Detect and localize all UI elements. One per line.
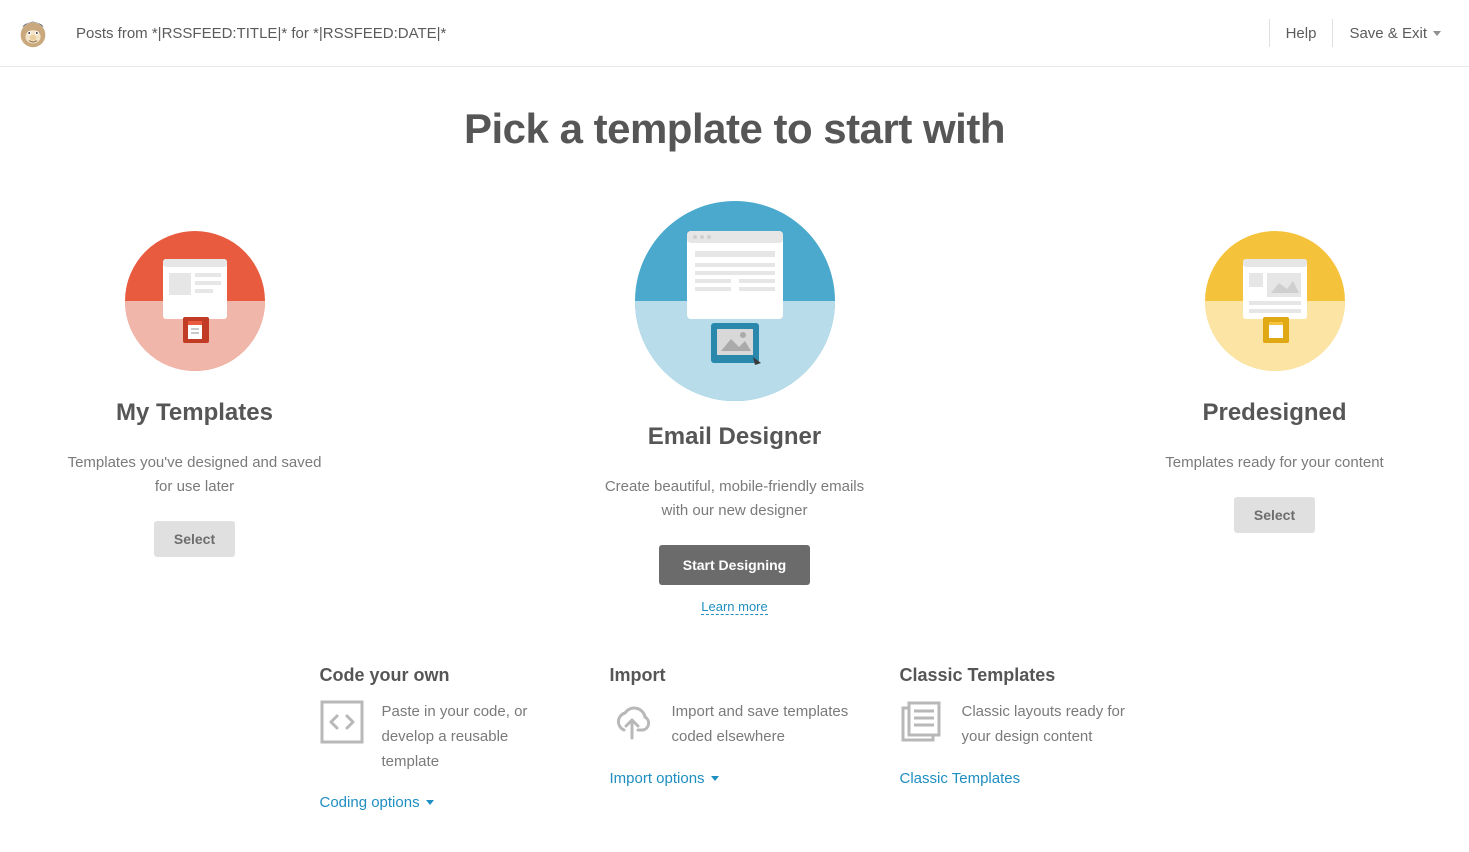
divider <box>1332 19 1333 47</box>
campaign-title: Posts from *|RSSFEED:TITLE|* for *|RSSFE… <box>76 25 1253 42</box>
option-desc: Import and save templates coded elsewher… <box>672 700 860 750</box>
save-exit-button[interactable]: Save & Exit <box>1349 25 1441 42</box>
option-title: Import <box>610 665 860 686</box>
option-desc: Paste in your code, or develop a reusabl… <box>382 700 570 774</box>
card-title: Email Designer <box>648 423 821 451</box>
import-options-link[interactable]: Import options <box>610 770 719 787</box>
topbar-actions: Help Save & Exit <box>1253 19 1441 47</box>
chevron-down-icon <box>1433 31 1441 36</box>
select-my-templates-button[interactable]: Select <box>154 521 235 557</box>
chevron-down-icon <box>426 800 434 805</box>
email-designer-icon <box>635 201 835 401</box>
option-desc: Classic layouts ready for your design co… <box>962 700 1150 750</box>
option-classic-templates: Classic Templates Classic layouts ready … <box>900 665 1150 812</box>
card-desc: Create beautiful, mobile-friendly emails… <box>605 475 865 523</box>
code-icon <box>320 700 364 744</box>
select-predesigned-button[interactable]: Select <box>1234 497 1315 533</box>
predesigned-icon <box>1205 231 1345 371</box>
link-label: Coding options <box>320 794 420 811</box>
link-label: Import options <box>610 770 705 787</box>
start-designing-button[interactable]: Start Designing <box>659 545 810 585</box>
card-title: Predesigned <box>1202 399 1346 427</box>
card-desc: Templates ready for your content <box>1165 451 1383 475</box>
help-link[interactable]: Help <box>1286 25 1317 42</box>
option-code-your-own: Code your own Paste in your code, or dev… <box>320 665 570 812</box>
divider <box>1269 19 1270 47</box>
card-predesigned: Predesigned Templates ready for your con… <box>1135 201 1415 615</box>
topbar: Posts from *|RSSFEED:TITLE|* for *|RSSFE… <box>0 0 1469 67</box>
templates-row: My Templates Templates you've designed a… <box>0 201 1469 615</box>
option-title: Classic Templates <box>900 665 1150 686</box>
card-my-templates: My Templates Templates you've designed a… <box>55 201 335 615</box>
classic-templates-icon <box>900 700 944 744</box>
cloud-upload-icon <box>610 700 654 744</box>
save-exit-label: Save & Exit <box>1349 25 1427 42</box>
option-import: Import Import and save templates coded e… <box>610 665 860 812</box>
brand-logo-icon <box>14 14 52 52</box>
coding-options-link[interactable]: Coding options <box>320 794 434 811</box>
classic-templates-link[interactable]: Classic Templates <box>900 770 1021 787</box>
card-title: My Templates <box>116 399 273 427</box>
card-desc: Templates you've designed and saved for … <box>65 451 325 499</box>
page-title: Pick a template to start with <box>0 105 1469 153</box>
chevron-down-icon <box>711 776 719 781</box>
card-email-designer: Email Designer Create beautiful, mobile-… <box>595 201 875 615</box>
options-row: Code your own Paste in your code, or dev… <box>0 665 1469 852</box>
learn-more-link[interactable]: Learn more <box>701 599 767 615</box>
my-templates-icon <box>125 231 265 371</box>
link-label: Classic Templates <box>900 770 1021 787</box>
option-title: Code your own <box>320 665 570 686</box>
